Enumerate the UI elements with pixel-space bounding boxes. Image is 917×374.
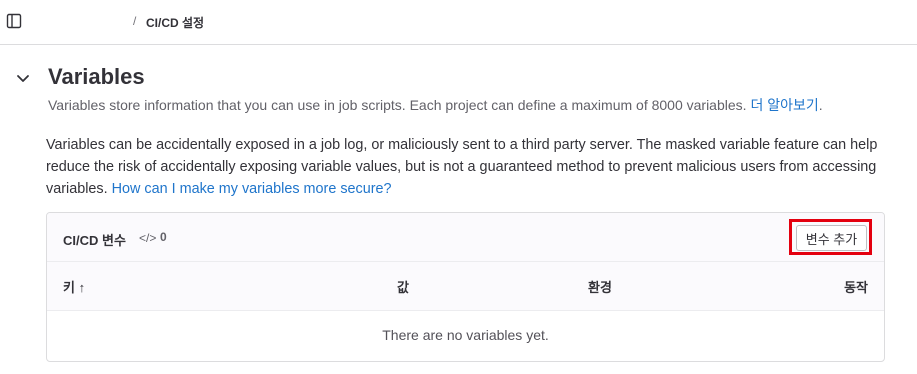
variables-card: CI/CD 변수 </> 0 변수 추가 키 ↑ 값 환경 동작 There a… [46,212,885,362]
column-header-actions: 동작 [844,280,868,295]
add-variable-button[interactable]: 변수 추가 [796,225,867,251]
subtitle-period: . [818,97,823,113]
breadcrumb-current[interactable]: CI/CD 설정 [146,14,204,31]
column-header-key[interactable]: 키 ↑ [63,277,85,296]
column-header-environment: 환경 [588,280,612,295]
table-header: 키 ↑ 값 환경 동작 [47,262,884,311]
section-title: Variables [48,64,145,89]
sidebar-toggle-icon[interactable] [6,13,22,29]
breadcrumb-separator: / [133,14,137,28]
security-description: Variables can be accidentally exposed in… [46,134,896,200]
subtitle-text: Variables store information that you can… [48,97,747,113]
chevron-down-icon[interactable] [14,69,32,87]
top-bar: / CI/CD 설정 [0,0,917,45]
empty-state-message: There are no variables yet. [382,327,549,343]
column-header-value: 값 [397,280,409,295]
card-header: CI/CD 변수 </> 0 변수 추가 [47,213,884,262]
card-title: CI/CD 변수 [63,233,126,248]
section-subtitle: Variables store information that you can… [48,96,823,114]
variable-count: 0 [160,230,167,244]
code-icon: </> [139,231,157,245]
learn-more-link[interactable]: 더 알아보기 [750,97,818,113]
secure-variables-link[interactable]: How can I make my variables more secure? [112,181,392,197]
